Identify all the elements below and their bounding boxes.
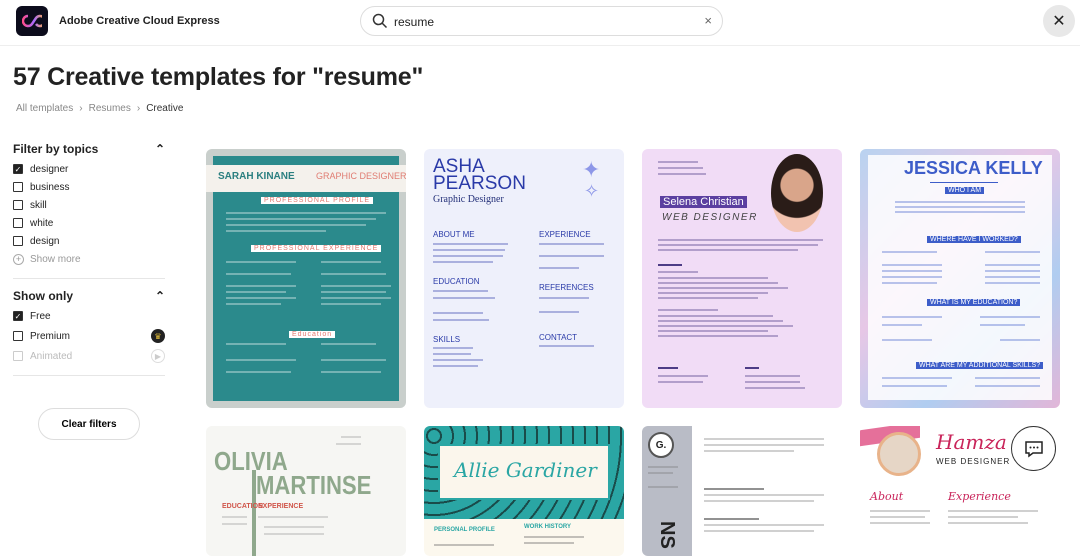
template-heading: Experience (948, 490, 1011, 503)
template-role: Graphic Designer (433, 194, 504, 205)
show-only-title: Show only (13, 289, 73, 303)
template-heading: EXPERIENCE (258, 503, 304, 510)
template-card-jessica-kelly[interactable]: JESSICA KELLY WHO I AM WHERE HAVE I WORK… (860, 149, 1060, 408)
clear-search-icon[interactable]: × (704, 13, 712, 28)
template-name: PEARSON (433, 173, 526, 194)
show-more-label: Show more (30, 253, 81, 265)
brand-name: Adobe Creative Cloud Express (59, 15, 220, 27)
topic-white[interactable]: white (13, 214, 165, 232)
play-icon: ▶ (151, 349, 165, 363)
template-heading: PROFESSIONAL EXPERIENCE (251, 245, 382, 252)
template-card-asha-pearson[interactable]: ASHA PEARSON Graphic Designer ✦ ✧ ABOUT … (424, 149, 624, 408)
template-card-selena-christian[interactable]: Selena Christian WEB DESIGNER (642, 149, 842, 408)
template-heading: About (870, 490, 904, 503)
label: white (30, 217, 54, 229)
app-logo[interactable] (16, 6, 48, 36)
template-role: WEB DESIGNER (662, 212, 758, 223)
search-icon (372, 13, 388, 29)
checkbox[interactable]: ✓ (13, 164, 23, 174)
topic-designer[interactable]: ✓ designer (13, 160, 165, 178)
template-heading: WHO I AM (945, 187, 985, 194)
sparkle-icon: ✦ (582, 157, 601, 182)
topic-business[interactable]: business (13, 178, 165, 196)
divider (13, 278, 165, 279)
template-name: Allie Gardiner (454, 458, 597, 482)
template-heading: EXPERIENCE (539, 230, 591, 239)
close-button[interactable]: ✕ (1043, 5, 1075, 37)
divider (13, 375, 165, 376)
template-heading: SKILLS (433, 335, 461, 344)
template-heading: ABOUT ME (433, 230, 475, 239)
template-heading: EDUCATION (222, 503, 264, 510)
template-role: GRAPHIC DESIGNER (316, 171, 406, 181)
clear-filters-button[interactable]: Clear filters (38, 408, 140, 440)
checkbox (13, 351, 23, 361)
label: Free (30, 310, 51, 322)
breadcrumb-creative: Creative (146, 103, 184, 114)
template-heading: WHAT ARE MY ADDITIONAL SKILLS? (916, 362, 1044, 369)
filter-free[interactable]: ✓ Free (13, 307, 165, 325)
filter-animated: Animated ▶ (13, 347, 165, 365)
page-title: 57 Creative templates for "resume" (13, 63, 424, 91)
label: Premium (30, 330, 71, 342)
template-heading: WORK HISTORY (524, 524, 572, 530)
checkbox[interactable] (13, 236, 23, 246)
checkbox[interactable] (13, 218, 23, 228)
chevron-right-icon: › (136, 103, 141, 114)
chevron-up-icon[interactable]: ⌃ (155, 289, 165, 303)
breadcrumb-resumes[interactable]: Resumes (89, 103, 131, 114)
sparkle-icon: ✧ (584, 181, 600, 201)
checkbox[interactable] (13, 200, 23, 210)
feedback-chat-button[interactable] (1011, 426, 1056, 471)
profile-photo (877, 432, 921, 476)
template-role: WEB DESIGNER (936, 457, 1011, 466)
template-heading: WHERE HAVE I WORKED? (927, 236, 1021, 243)
label: skill (30, 199, 47, 211)
show-only-header[interactable]: Show only ⌃ (13, 289, 165, 303)
template-heading: PROFESSIONAL PROFILE (261, 197, 374, 204)
top-bar: Adobe Creative Cloud Express resume × ✕ (0, 0, 1080, 46)
profile-photo (771, 154, 823, 232)
show-more-button[interactable]: + Show more (13, 250, 165, 268)
filter-premium[interactable]: Premium ♛ (13, 325, 165, 347)
crown-icon: ♛ (151, 329, 165, 343)
filter-topics-title: Filter by topics (13, 142, 99, 156)
filter-topics-header[interactable]: Filter by topics ⌃ (13, 142, 165, 156)
search-bar[interactable]: resume × (360, 6, 723, 36)
template-heading: CONTACT (539, 333, 578, 342)
label: business (30, 181, 70, 193)
chat-icon (1024, 440, 1043, 457)
breadcrumb: All templates › Resumes › Creative (16, 103, 183, 114)
template-name: SARAH KINANE (218, 171, 295, 182)
template-heading: WHAT IS MY EDUCATION? (927, 299, 1021, 306)
template-card-sarah-kinane[interactable]: SARAH KINANE GRAPHIC DESIGNER PROFESSION… (206, 149, 406, 408)
chevron-up-icon[interactable]: ⌃ (155, 142, 165, 156)
template-card-g-resume[interactable]: G. NS (642, 426, 842, 556)
template-heading: PERSONAL PROFILE (434, 527, 495, 533)
label: designer (30, 163, 69, 175)
checkbox[interactable]: ✓ (13, 311, 23, 321)
topic-design[interactable]: design (13, 232, 165, 250)
template-name: JESSICA KELLY (904, 158, 1043, 178)
label: Animated (30, 350, 73, 362)
checkbox[interactable] (13, 182, 23, 192)
template-name: MARTINSE (256, 470, 372, 500)
template-heading: EDUCATION (433, 277, 480, 286)
plus-circle-icon: + (13, 253, 24, 265)
template-card-olivia-martinse[interactable]: OLIVIA MARTINSE EDUCATION EXPERIENCE (206, 426, 406, 556)
template-initial: G. (655, 439, 667, 451)
topic-skill[interactable]: skill (13, 196, 165, 214)
filter-sidebar: Filter by topics ⌃ ✓ designer business ski… (13, 142, 165, 386)
breadcrumb-all-templates[interactable]: All templates (16, 103, 73, 114)
chevron-right-icon: › (79, 103, 83, 114)
label: design (30, 235, 60, 247)
template-heading: Education (289, 331, 336, 338)
template-side-text: NS (656, 521, 678, 549)
template-card-allie-gardiner[interactable]: Allie Gardiner PERSONAL PROFILE WORK HIS… (424, 426, 624, 556)
template-name: Selena Christian (660, 196, 747, 208)
template-heading: REFERENCES (539, 283, 594, 292)
checkbox[interactable] (13, 331, 23, 341)
search-input[interactable]: resume (394, 15, 434, 29)
